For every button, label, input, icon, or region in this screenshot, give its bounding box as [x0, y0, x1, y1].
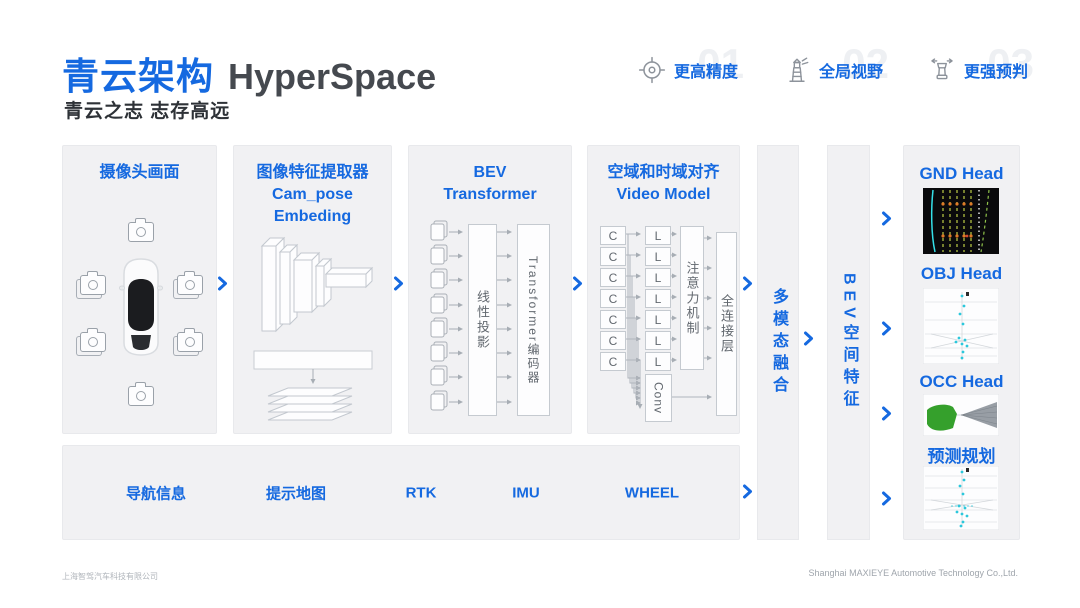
arrow-right-icon	[742, 276, 753, 291]
head-label: GND Head	[919, 164, 1004, 183]
company-name-cn: 上海智驾汽车科技有限公司	[62, 572, 158, 581]
title-chinese: 青云架构	[62, 56, 214, 97]
arrow-right-icon	[742, 484, 753, 499]
l-cell: L	[645, 352, 671, 371]
fully-connected-box: 全连接层	[716, 232, 737, 416]
arrow-right-icon	[881, 406, 892, 421]
panel-video-model: 空域和时域对齐 Video Model C C C C C C C L L L …	[587, 145, 740, 434]
bev-feature-label: BEV空间特征	[840, 273, 858, 412]
occ-head-preview	[923, 394, 999, 436]
transformer-encoder-box: Transformer编码器	[517, 224, 550, 416]
camera-icon	[80, 328, 106, 352]
title-english: HyperSpace	[228, 56, 437, 97]
obj-head-preview	[923, 288, 999, 364]
c-cell: C	[600, 352, 626, 371]
multimodal-fusion-bar: 多模态融合	[757, 145, 799, 540]
multimodal-fusion-label: 多模态融合	[770, 287, 787, 398]
feature-label: 更强预判	[963, 64, 1028, 81]
l-cell: L	[645, 310, 671, 329]
linear-projection-box: 线性投影	[468, 224, 497, 416]
c-cell: C	[600, 268, 626, 287]
l-cell: L	[645, 247, 671, 266]
panel-sensor-inputs: 导航信息 提示地图 RTK IMU WHEEL	[62, 445, 740, 540]
camera-icon	[128, 218, 154, 242]
panel-camera-views: 摄像头画面	[62, 145, 217, 434]
arrow-right-icon	[881, 491, 892, 506]
fully-connected-label: 全连接层	[719, 294, 734, 354]
l-cell: L	[645, 268, 671, 287]
c-cell: C	[600, 247, 626, 266]
input-item: IMU	[512, 484, 540, 501]
target-icon	[638, 56, 666, 84]
input-item: RTK	[405, 484, 437, 501]
panel-bev-transformer: BEV Transformer 线性投影 Transformer编码器	[408, 145, 572, 434]
slide-canvas: 青云架构 HyperSpace 青云之志 志存高远 01 更高精度 02 全局视…	[0, 0, 1080, 608]
feature-list: 01 更高精度 02 全局视野 03 更强预判	[637, 40, 1034, 88]
l-cell: L	[645, 331, 671, 350]
lighthouse-icon	[789, 57, 809, 82]
panel-title: 摄像头画面	[99, 164, 180, 181]
camera-icon	[128, 382, 154, 406]
input-item: 导航信息	[125, 485, 187, 502]
arrow-right-icon	[881, 321, 892, 336]
c-cell: C	[600, 289, 626, 308]
l-cell: L	[645, 226, 671, 245]
car-top-view	[119, 258, 163, 356]
gnd-head-preview	[923, 188, 999, 254]
arrow-right-icon	[393, 276, 404, 291]
conv-box: Conv	[645, 374, 672, 422]
panel-output-heads: GND Head OBJ Head OCC Head 预测规划	[903, 145, 1020, 540]
l-cell: L	[645, 289, 671, 308]
page-title: 青云架构 HyperSpace	[62, 46, 436, 100]
arrow-right-icon	[881, 211, 892, 226]
feature-label: 全局视野	[818, 64, 883, 81]
feature-prediction: 03 更强预判	[927, 40, 1034, 88]
c-cell: C	[600, 226, 626, 245]
input-item: WHEEL	[624, 484, 680, 501]
feature-global-view: 02 全局视野	[782, 40, 889, 88]
head-label: OBJ Head	[920, 264, 1003, 283]
bev-feature-bar: BEV空间特征	[827, 145, 870, 540]
conv-label: Conv	[651, 381, 666, 414]
head-label: 预测规划	[927, 447, 996, 466]
arrow-right-icon	[803, 331, 814, 346]
input-item: 提示地图	[265, 485, 327, 502]
attention-box: 注意力机制	[680, 226, 704, 370]
camera-icon	[177, 328, 203, 352]
c-cell: C	[600, 331, 626, 350]
strategy-icon	[931, 58, 953, 80]
camera-icon	[80, 271, 106, 295]
panel-feature-extractor: 图像特征提取器 Cam_pose Embeding	[233, 145, 392, 434]
company-name-en: Shanghai MAXIEYE Automotive Technology C…	[808, 568, 1018, 578]
transformer-encoder-label: Transformer编码器	[526, 255, 540, 385]
camera-icon	[177, 271, 203, 295]
cnn-diagram	[253, 236, 374, 421]
feature-precision: 01 更高精度	[637, 40, 744, 88]
prediction-planning-preview	[923, 466, 999, 530]
c-cell: C	[600, 310, 626, 329]
feature-label: 更高精度	[673, 64, 738, 81]
linear-projection-label: 线性投影	[475, 290, 490, 350]
attention-label: 注意力机制	[684, 260, 700, 336]
head-label: OCC Head	[919, 372, 1004, 391]
arrow-right-icon	[572, 276, 583, 291]
slogan: 青云之志 志存高远	[64, 101, 231, 122]
arrow-right-icon	[217, 276, 228, 291]
